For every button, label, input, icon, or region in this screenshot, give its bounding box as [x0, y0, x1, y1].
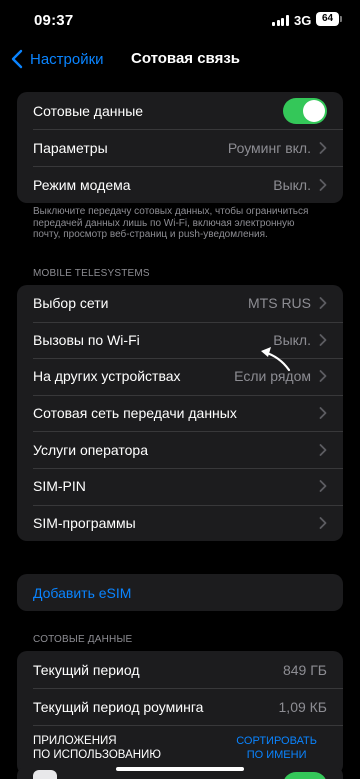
- cellular-data-toggle[interactable]: [283, 98, 327, 124]
- status-time: 09:37: [34, 12, 74, 29]
- usage-section-header: СОТОВЫЕ ДАННЫЕ: [33, 634, 133, 645]
- parameters-value: Роуминг вкл.: [227, 139, 311, 156]
- network-selection-row[interactable]: Выбор сети MTS RUS: [17, 285, 343, 322]
- modem-mode-value: Выкл.: [273, 176, 311, 193]
- curved-arrow-icon: [261, 347, 291, 372]
- carrier-group: Выбор сети MTS RUS Вызовы по Wi-Fi Выкл.…: [17, 285, 343, 542]
- current-period-label: Текущий период: [33, 661, 140, 678]
- cellular-data-network-label: Сотовая сеть передачи данных: [33, 405, 237, 422]
- chevron-right-icon: [319, 333, 327, 346]
- chevron-right-icon: [319, 516, 327, 529]
- other-devices-row[interactable]: На других устройствах Если рядом: [17, 358, 343, 395]
- chevron-right-icon: [319, 297, 327, 310]
- modem-mode-label: Режим модема: [33, 176, 131, 193]
- wifi-calling-label: Вызовы по Wi-Fi: [33, 331, 140, 348]
- network-type: 3G: [294, 13, 312, 28]
- navigation-bar: Настройки Сотовая связь: [0, 44, 360, 74]
- carrier-services-row[interactable]: Услуги оператора: [17, 431, 343, 468]
- network-selection-label: Выбор сети: [33, 295, 109, 312]
- cellular-main-group: Сотовые данные Параметры Роуминг вкл. Ре…: [17, 92, 343, 203]
- toggle-knob: [303, 100, 325, 122]
- battery-icon: 64: [316, 12, 342, 26]
- home-indicator: [116, 767, 244, 771]
- network-selection-value: MTS RUS: [248, 295, 311, 312]
- sort-line1: СОРТИРОВАТЬ: [236, 735, 317, 747]
- roaming-period-row: Текущий период роуминга 1,09 КБ: [17, 688, 343, 725]
- chevron-right-icon: [319, 141, 327, 154]
- chevron-right-icon: [319, 443, 327, 456]
- wifi-calling-row[interactable]: Вызовы по Wi-Fi Выкл.: [17, 321, 343, 359]
- chevron-right-icon: [319, 178, 327, 191]
- add-esim-row[interactable]: Добавить eSIM: [17, 574, 343, 611]
- cellular-data-label: Сотовые данные: [33, 102, 144, 119]
- sim-apps-row[interactable]: SIM-программы: [17, 504, 343, 542]
- modem-mode-row[interactable]: Режим модема Выкл.: [17, 166, 343, 203]
- cellular-data-footnote: Выключите передачу сотовых данных, чтобы…: [33, 206, 309, 241]
- cellular-data-row: Сотовые данные: [17, 92, 343, 129]
- chevron-left-icon: [11, 49, 23, 69]
- chevron-right-icon: [319, 370, 327, 383]
- add-esim-button[interactable]: Добавить eSIM: [33, 585, 131, 601]
- signal-strength-icon: [272, 15, 289, 26]
- sort-line2: ПО ИМЕНИ: [246, 749, 307, 761]
- carrier-section-header: MOBILE TELESYSTEMS: [33, 268, 150, 279]
- roaming-period-label: Текущий период роуминга: [33, 698, 204, 715]
- other-devices-label: На других устройствах: [33, 368, 181, 385]
- page-title: Сотовая связь: [131, 50, 241, 67]
- sim-pin-row[interactable]: SIM-PIN: [17, 467, 343, 505]
- chevron-right-icon: [319, 407, 327, 419]
- apps-by-usage-label: ПРИЛОЖЕНИЯ ПО ИСПОЛЬЗОВАНИЮ: [33, 734, 161, 762]
- apps-label-line1: ПРИЛОЖЕНИЯ: [33, 735, 117, 747]
- back-button-label: Настройки: [30, 50, 104, 68]
- sim-pin-label: SIM-PIN: [33, 478, 86, 495]
- cellular-data-network-row[interactable]: Сотовая сеть передачи данных: [17, 394, 343, 432]
- usage-group: Текущий период 849 ГБ Текущий период роу…: [17, 651, 343, 775]
- sim-apps-label: SIM-программы: [33, 514, 136, 531]
- parameters-row[interactable]: Параметры Роуминг вкл.: [17, 129, 343, 166]
- current-period-value: 849 ГБ: [282, 661, 327, 678]
- app-data-toggle[interactable]: [283, 772, 327, 779]
- sort-by-name-button[interactable]: СОРТИРОВАТЬ ПО ИМЕНИ: [236, 734, 317, 762]
- carrier-services-label: Услуги оператора: [33, 441, 148, 458]
- status-bar: 09:37 3G 64: [0, 0, 360, 40]
- roaming-period-value: 1,09 КБ: [278, 698, 327, 715]
- current-period-row: Текущий период 849 ГБ: [17, 651, 343, 688]
- back-button[interactable]: Настройки: [8, 48, 104, 70]
- parameters-label: Параметры: [33, 139, 108, 156]
- esim-group: Добавить eSIM: [17, 574, 343, 611]
- apps-label-line2: ПО ИСПОЛЬЗОВАНИЮ: [33, 749, 161, 761]
- app-icon: [33, 770, 57, 779]
- chevron-right-icon: [319, 480, 327, 493]
